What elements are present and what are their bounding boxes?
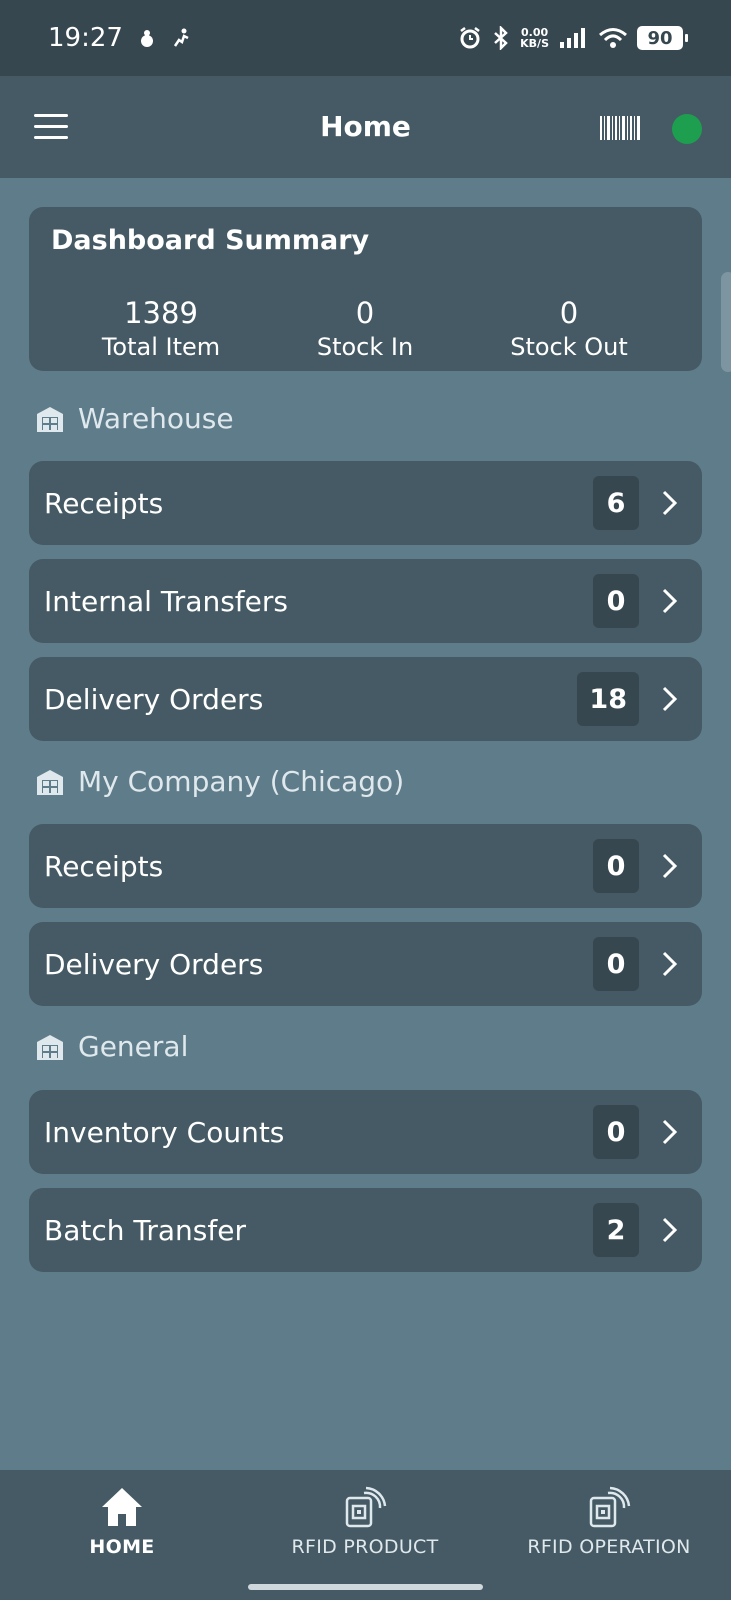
rfid-icon <box>589 1486 631 1528</box>
bluetooth-icon <box>494 26 508 50</box>
section-header-my-company: My Company (Chicago) <box>36 765 404 798</box>
count-badge: 0 <box>593 937 639 991</box>
chevron-right-icon <box>662 686 678 712</box>
list-item-warehouse-receipts[interactable]: Receipts 6 <box>29 461 702 545</box>
barcode-scan-icon[interactable] <box>600 116 642 140</box>
list-item-company-receipts[interactable]: Receipts 0 <box>29 824 702 908</box>
summary-stat-total-item: 1389 Total Item <box>101 296 221 361</box>
signal-icon <box>560 28 585 48</box>
warehouse-icon <box>37 769 63 795</box>
status-time: 19:27 <box>48 23 123 53</box>
dashboard-summary-card: Dashboard Summary 1389 Total Item 0 Stoc… <box>29 207 702 371</box>
connection-status-indicator <box>672 114 702 144</box>
chevron-right-icon <box>662 951 678 977</box>
section-header-warehouse: Warehouse <box>36 402 234 435</box>
nav-home[interactable]: HOME <box>2 1484 242 1558</box>
list-item-company-delivery-orders[interactable]: Delivery Orders 0 <box>29 922 702 1006</box>
count-badge: 2 <box>593 1203 639 1257</box>
chevron-right-icon <box>662 1119 678 1145</box>
chevron-right-icon <box>662 1217 678 1243</box>
list-item-warehouse-delivery-orders[interactable]: Delivery Orders 18 <box>29 657 702 741</box>
bottom-navigation: HOME RFID PRODUCT RFID OPERATION <box>0 1470 731 1600</box>
count-badge: 6 <box>593 476 639 530</box>
alarm-icon <box>460 27 480 49</box>
count-badge: 0 <box>593 839 639 893</box>
gesture-bar[interactable] <box>248 1584 483 1590</box>
count-badge: 0 <box>593 574 639 628</box>
wifi-icon <box>599 28 627 48</box>
chevron-right-icon <box>662 490 678 516</box>
scroll-indicator[interactable] <box>721 272 731 372</box>
list-item-batch-transfer[interactable]: Batch Transfer 2 <box>29 1188 702 1272</box>
count-badge: 18 <box>577 672 639 726</box>
status-bar: 19:27 0.00 KB/S 90 <box>0 0 731 76</box>
home-icon <box>102 1488 142 1526</box>
activity-icon <box>173 28 189 47</box>
chevron-right-icon <box>662 588 678 614</box>
chevron-right-icon <box>662 853 678 879</box>
list-item-warehouse-internal-transfers[interactable]: Internal Transfers 0 <box>29 559 702 643</box>
section-header-general: General <box>36 1030 188 1063</box>
rfid-icon <box>345 1486 387 1528</box>
nav-rfid-product[interactable]: RFID PRODUCT <box>245 1484 485 1558</box>
battery-indicator: 90 <box>637 26 688 50</box>
nav-rfid-operation[interactable]: RFID OPERATION <box>489 1484 729 1558</box>
network-speed: 0.00 KB/S <box>520 26 549 50</box>
summary-stat-stock-out: 0 Stock Out <box>510 296 628 361</box>
summary-title: Dashboard Summary <box>51 225 370 256</box>
app-bar: Home <box>0 76 731 178</box>
warehouse-icon <box>37 406 63 432</box>
summary-stat-stock-in: 0 Stock In <box>316 296 414 361</box>
count-badge: 0 <box>593 1105 639 1159</box>
list-item-inventory-counts[interactable]: Inventory Counts 0 <box>29 1090 702 1174</box>
warehouse-icon <box>37 1034 63 1060</box>
notification-icon <box>140 30 153 47</box>
